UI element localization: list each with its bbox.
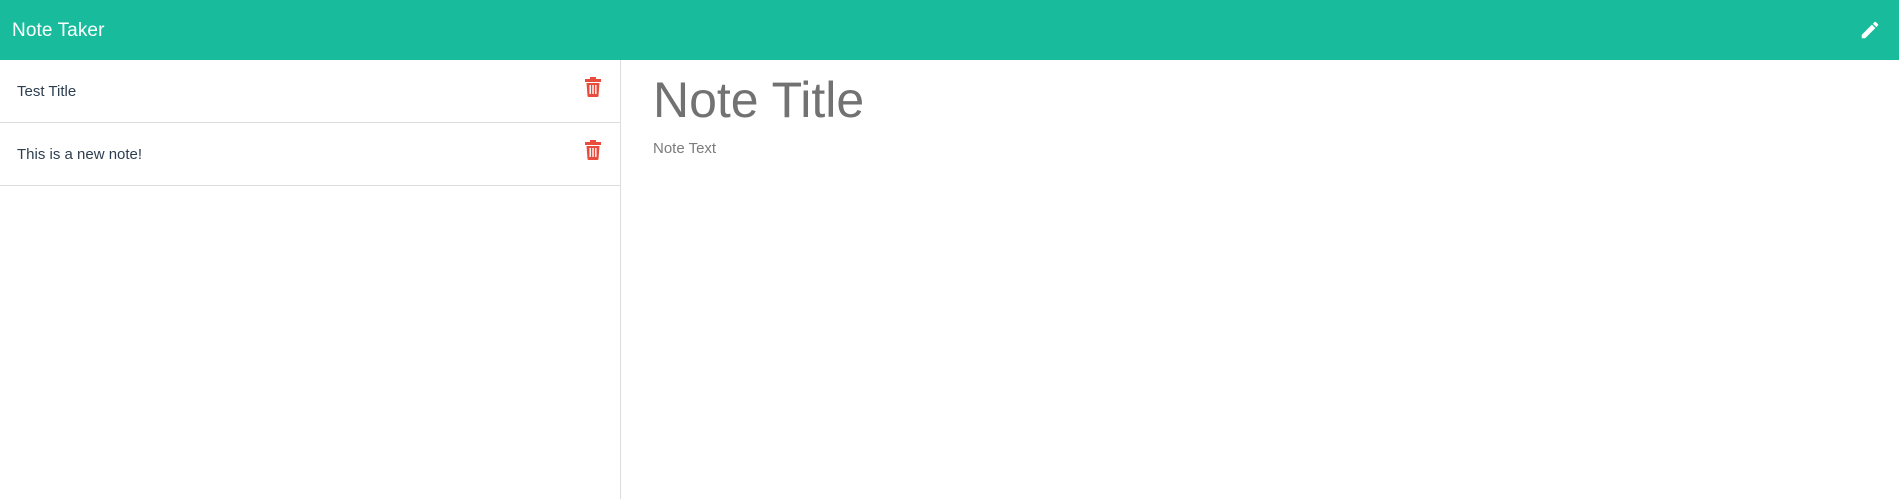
- new-note-button[interactable]: [1855, 15, 1885, 45]
- note-item-title[interactable]: This is a new note!: [17, 146, 142, 163]
- note-editor: [622, 60, 1899, 499]
- list-item[interactable]: This is a new note!: [0, 123, 620, 186]
- note-list-panel: Test Title This is a new note!: [0, 60, 621, 499]
- trash-icon: [585, 77, 601, 97]
- note-title-input[interactable]: [653, 68, 1853, 132]
- note-text-area[interactable]: [653, 140, 1853, 480]
- list-item[interactable]: Test Title: [0, 60, 620, 123]
- navbar: Note Taker: [0, 0, 1899, 60]
- delete-note-button[interactable]: [585, 140, 601, 160]
- trash-icon: [585, 140, 601, 160]
- pencil-icon: [1861, 21, 1879, 39]
- delete-note-button[interactable]: [585, 77, 601, 97]
- note-item-title[interactable]: Test Title: [17, 83, 76, 100]
- app-title[interactable]: Note Taker: [12, 21, 105, 40]
- note-list: Test Title This is a new note!: [0, 60, 620, 186]
